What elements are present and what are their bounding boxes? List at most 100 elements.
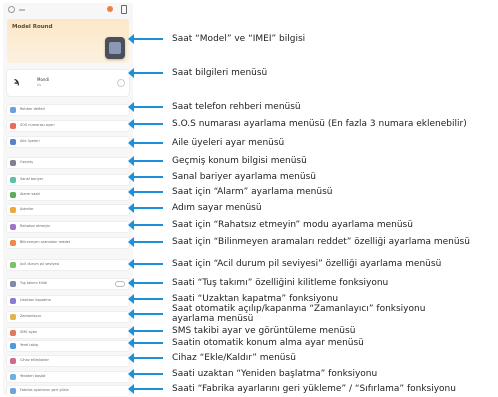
watch-device-icon [105,37,125,59]
menu-item-label: Rahatsız etmeyin [20,224,51,228]
menu-item-label: Acil durum pil seviyesi [20,262,60,266]
menu-item-label: Sanal bariyer [20,177,44,181]
pointer-arrow [128,369,163,379]
status-bar [3,3,133,17]
pointer-arrow [128,156,163,166]
pointer-arrow [128,237,163,247]
annotation-sos: S.O.S numarası ayarlama menüsü (En fazla… [172,119,467,129]
pointer-arrow [128,68,163,78]
menu-item-label: Yeniden başlat [20,374,46,378]
contacts-icon [10,107,16,113]
model-card[interactable]: Model Round [7,19,129,63]
menu-item-add-remove[interactable]: Cihaz ekle/kaldır [7,356,129,366]
annotation-sms: SMS takibi ayar ve görüntüleme menüsü [172,326,356,336]
menu-item-location[interactable]: Yerel takip [7,341,129,351]
pointer-arrow [128,138,163,148]
menu-item-alarm[interactable]: Alarm saati [7,190,129,200]
pointer-arrow [128,353,163,363]
menu-item-history[interactable]: Geçmiş [7,158,129,168]
geofence-icon [10,177,16,183]
menu-item-sms[interactable]: SMS ayarı [7,328,129,338]
menu-item-battery[interactable]: Acil durum pil seviyesi [7,260,129,270]
sos-icon [10,123,16,129]
annotation-remote-off: Saati “Uzaktan kapatma” fonksiyonu [172,294,339,304]
reject-call-icon [10,240,16,246]
menu-item-timer[interactable]: Zamanlayıcı [7,312,129,322]
menu-item-label: Alarm saati [20,192,40,196]
menu-item-label: Zamanlayıcı [20,314,42,318]
menu-item-label: Uzaktan kapatma [20,298,51,302]
pointer-arrow [128,172,163,182]
watch-info-card[interactable]: ϡ Mondi 0s [7,70,129,96]
menu-item-label: Fabrika ayarlarını geri yükle [20,388,69,392]
menu-item-label: SMS ayarı [20,330,38,334]
power-icon [10,298,16,304]
menu-item-label: Cihaz ekle/kaldır [20,358,49,362]
timer-icon [10,314,16,320]
settings-icon[interactable] [8,6,15,13]
pointer-arrow [128,294,163,304]
pointer-arrow [128,220,163,230]
signal-icon [19,9,25,11]
family-icon [10,139,16,145]
pointer-arrow [128,34,163,44]
annotation-watch-info: Saat bilgileri menüsü [172,68,268,78]
annotation-timer-cont: ayarlama menüsü [172,314,254,324]
annotation-timer: Saat otomatik açılıp/kapanma “Zamanlayıc… [172,304,426,314]
menu-item-keypad-lock[interactable]: Tuş takımı kilidi [7,279,129,289]
reset-icon [10,388,16,394]
watch-sub: 0s [37,83,42,87]
steps-icon [10,207,16,213]
pointer-arrow [128,102,163,112]
menu-item-steps[interactable]: Adımlar [7,205,129,215]
pointer-arrow [128,338,163,348]
annotation-steps: Adım sayar menüsü [172,203,262,213]
pointer-arrow [128,278,163,288]
location-icon [10,343,16,349]
menu-item-family[interactable]: Aile üyeleri [7,137,129,147]
annotation-family: Aile üyeleri ayar menüsü [172,138,285,148]
annotation-location: Saatin otomatik konum alma ayar menüsü [172,338,364,348]
menu-item-factory-reset[interactable]: Fabrika ayarlarını geri yükle [7,386,129,396]
menu-item-reject-unknown[interactable]: Bilinmeyen aramaları reddet [7,238,129,248]
sms-icon [10,330,16,336]
pointer-arrow [128,309,163,319]
menu-item-dnd[interactable]: Rahatsız etmeyin [7,222,129,232]
annotation-keypad-lock: Saati “Tuş takımı” özelliğini kilitleme … [172,278,389,288]
watch-settings-icon[interactable] [117,79,125,87]
menu-item-geofence[interactable]: Sanal bariyer [7,175,129,185]
annotation-battery: Saat için “Acil durum pil seviyesi” özel… [172,259,442,269]
menu-item-label: Geçmiş [20,160,33,164]
menu-item-label: SOS numarası ayarı [20,123,55,127]
menu-item-remote-off[interactable]: Uzaktan kapatma [7,296,129,306]
annotation-restart: Saati uzaktan “Yeniden başlatma” fonksiy… [172,369,378,379]
menu-item-label: Bilinmeyen aramaları reddet [20,240,71,244]
menu-item-label: Aile üyeleri [20,139,40,143]
history-icon [10,160,16,166]
pointer-arrow [128,187,163,197]
dnd-icon [10,224,16,230]
pointer-arrow [128,119,163,129]
lock-icon [10,281,16,287]
annotation-geofence: Sanal bariyer ayarlama menüsü [172,172,316,182]
battery-icon [121,5,127,14]
keypad-lock-toggle[interactable] [115,281,125,287]
annotation-model-imei: Saat “Model” ve “IMEI” bilgisi [172,34,306,44]
battery-level-icon [10,262,16,268]
add-device-icon [10,358,16,364]
notification-icon [107,6,113,12]
annotation-alarm: Saat için “Alarm” ayarlama menüsü [172,187,333,197]
annotation-dnd: Saat için “Rahatsız etmeyin” modu ayarla… [172,220,413,230]
menu-item-sos[interactable]: SOS numarası ayarı [7,121,129,131]
menu-item-label: Rehber defteri [20,107,46,111]
menu-item-label: Adımlar [20,207,34,211]
menu-item-label: Tuş takımı kilidi [20,281,47,285]
pointer-arrow [128,259,163,269]
alarm-icon [10,192,16,198]
menu-item-label: Yerel takip [20,343,39,347]
menu-item-restart[interactable]: Yeniden başlat [7,372,129,382]
annotation-history: Geçmiş konum bilgisi menüsü [172,156,307,166]
pointer-arrow [128,203,163,213]
menu-item-contacts[interactable]: Rehber defteri [7,105,129,115]
model-title: Model Round [12,24,53,30]
